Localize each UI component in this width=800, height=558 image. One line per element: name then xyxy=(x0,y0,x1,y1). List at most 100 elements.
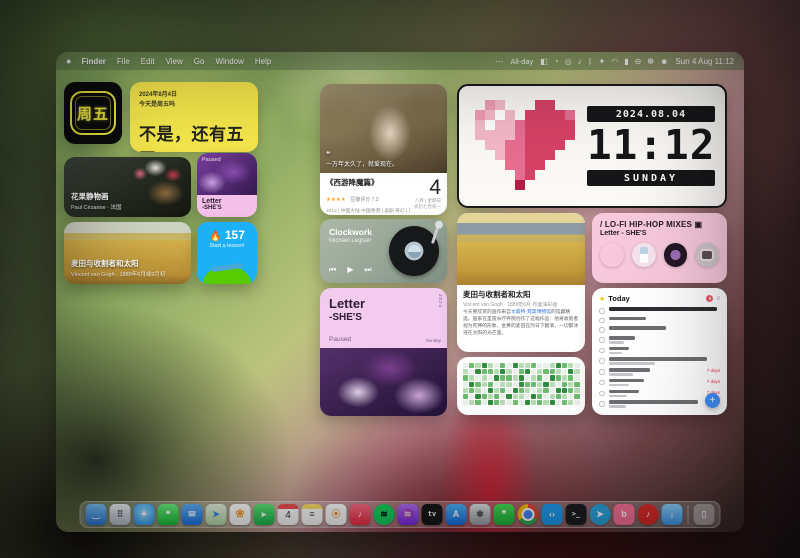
beads-heart-sticker[interactable] xyxy=(600,243,624,267)
todo-item[interactable] xyxy=(599,347,720,355)
friday-sticker-widget[interactable]: 周五 xyxy=(64,82,122,144)
friday-countdown-widget[interactable]: 2024年8月4日 今天是周五吗 不是，还有五天 xyxy=(130,82,258,152)
shortcuts-icon[interactable]: ✦ xyxy=(599,57,606,66)
todo-checkbox[interactable] xyxy=(599,337,605,343)
todo-item[interactable] xyxy=(599,317,720,324)
dock-icon-appstore[interactable]: A xyxy=(446,504,467,525)
dock-icon-chrome[interactable] xyxy=(518,504,539,525)
list-menu-icon[interactable]: ≡ xyxy=(716,296,720,302)
dock-icon-tv[interactable]: tv xyxy=(422,504,443,525)
todo-item[interactable] xyxy=(599,400,720,408)
dock-icon-launchpad[interactable]: ⠿ xyxy=(110,504,131,525)
menu-bar-clock[interactable]: Sun 4 Aug 11:12 xyxy=(675,57,734,66)
ipod-sticker[interactable] xyxy=(632,243,656,267)
menu-go[interactable]: Go xyxy=(194,57,205,66)
next-track-button[interactable]: ⏭ xyxy=(364,265,371,275)
menu-view[interactable]: View xyxy=(166,57,183,66)
lofi-playlist-widget[interactable]: / LO-FI HIP-HOP MIXES ▣ Letter - SHE'S xyxy=(592,213,727,283)
music-widget-letter-small[interactable]: Paused Letter -SHE'S xyxy=(197,153,257,217)
todo-item[interactable] xyxy=(599,357,720,365)
museum-link[interactable]: 文森特·梵高博物馆 xyxy=(511,310,551,315)
menu-window[interactable]: Window xyxy=(215,57,243,66)
dock-icon-vscode[interactable]: ‹› xyxy=(542,504,563,525)
play-button[interactable]: ▶ xyxy=(347,265,353,275)
dock-icon-reminders[interactable]: ⦿ xyxy=(326,504,347,525)
todo-checkbox[interactable] xyxy=(599,380,605,386)
menu-file[interactable]: File xyxy=(117,57,130,66)
more-status-icon[interactable]: ⋯ xyxy=(495,57,503,66)
dock-icon-settings[interactable]: ✱ xyxy=(470,504,491,525)
todo-checkbox[interactable] xyxy=(599,308,605,314)
dock-icon-calendar[interactable]: 4 xyxy=(278,504,299,525)
menu-edit[interactable]: Edit xyxy=(141,57,155,66)
menu-help[interactable]: Help xyxy=(255,57,271,66)
music-player-widget-clockwork[interactable]: Clockwork Michael Legrain ⏮ ▶ ⏭ xyxy=(320,219,447,283)
todo-checkbox[interactable] xyxy=(599,358,605,364)
grid-cell xyxy=(494,400,499,405)
stage-manager-icon[interactable]: ◧ xyxy=(540,57,548,66)
todo-item[interactable]: 7 days xyxy=(599,379,720,387)
dock-icon-podcasts[interactable]: ♒ xyxy=(398,504,419,525)
artwork-widget-cezanne[interactable]: 花果静物画 Paul Cézanne · 法国 xyxy=(64,157,191,217)
dock-icon-wechat[interactable]: ❞ xyxy=(494,504,515,525)
grid-cell xyxy=(500,394,505,399)
dock-icon-mail[interactable]: ✉ xyxy=(182,504,203,525)
movie-of-the-day-widget[interactable]: ❝ 一万年太久了，就爱现在。 《西游降魔篇》 ★★★★ 豆瓣评分 7.2 201… xyxy=(320,84,447,215)
snowflake-icon[interactable]: ❆ xyxy=(647,57,654,66)
grid-cell xyxy=(513,363,518,368)
camera-sticker[interactable] xyxy=(695,243,719,267)
dock-icon-bilibili[interactable]: b xyxy=(614,504,635,525)
todo-item[interactable]: 7 days xyxy=(599,368,720,376)
dock-icon-terminal[interactable]: >_ xyxy=(566,504,587,525)
focus-icon[interactable]: ⊖ xyxy=(635,57,642,66)
dock-icon-trash[interactable]: ▯ xyxy=(694,504,715,525)
music-status-icon[interactable]: ♪ xyxy=(578,57,582,66)
overdue-tag: 7 days xyxy=(707,368,720,373)
daily-art-widget-vangogh[interactable]: 麦田与收割者和太阳 Vincent van Gogh · 1889年6月 布面油… xyxy=(457,213,585,352)
todo-checkbox[interactable] xyxy=(599,348,605,354)
dock-icon-finder[interactable]: ‿ xyxy=(86,504,107,525)
grid-cell xyxy=(506,382,511,387)
all-day-label[interactable]: All-day xyxy=(510,57,533,66)
todo-item[interactable] xyxy=(599,326,720,333)
activity-grid-widget[interactable] xyxy=(457,357,585,415)
music-widget-letter-large[interactable]: Letter -SHE'S Paused 2024 Sunday xyxy=(320,288,447,416)
duolingo-streak-widget[interactable]: 🔥 157 Start a lesson! xyxy=(197,222,257,284)
pixel-clock-widget[interactable]: 2024.08.04 11:12 SUNDAY xyxy=(457,84,727,208)
reminders-today-widget[interactable]: ★ Today 9 ≡ 7 days7 days7 days + xyxy=(592,288,727,415)
todo-item[interactable]: 7 days xyxy=(599,390,720,398)
grid-cell xyxy=(543,400,548,405)
dock-icon-safari[interactable]: ✦ xyxy=(134,504,155,525)
dock-icon-music[interactable]: ♪ xyxy=(350,504,371,525)
todo-checkbox[interactable] xyxy=(599,318,605,324)
vinyl-sticker[interactable] xyxy=(664,243,688,267)
menu-finder[interactable]: Finder xyxy=(81,57,105,66)
dock-icon-messages[interactable]: ❝ xyxy=(158,504,179,525)
dock-icon-spotify[interactable]: ≋ xyxy=(374,504,395,525)
bluetooth-icon[interactable]: ᛒ xyxy=(588,57,593,66)
dock-icon-notes[interactable]: ≡ xyxy=(302,504,323,525)
dock-icon-downloads-folder[interactable]: ↓ xyxy=(662,504,683,525)
wifi-icon[interactable]: ◠ xyxy=(611,57,618,66)
user-icon[interactable]: ☻ xyxy=(660,57,668,66)
todo-checkbox[interactable] xyxy=(599,369,605,375)
dock-icon-facetime[interactable]: ▸ xyxy=(254,504,275,525)
todo-text xyxy=(609,336,636,340)
apple-menu-icon[interactable]: ● xyxy=(66,56,71,66)
dock-icon-maps[interactable]: ➤ xyxy=(206,504,227,525)
dock-icon-netease-music[interactable]: ♪ xyxy=(638,504,659,525)
previous-track-button[interactable]: ⏮ xyxy=(329,265,336,275)
todo-checkbox[interactable] xyxy=(599,401,605,407)
dock-icon-telegram[interactable]: ➤ xyxy=(590,504,611,525)
add-reminder-button[interactable]: + xyxy=(705,393,720,408)
display-icon[interactable]: ◔ xyxy=(554,57,559,66)
todo-checkbox[interactable] xyxy=(599,391,605,397)
todo-text xyxy=(609,390,639,394)
todo-item[interactable] xyxy=(599,307,720,314)
artwork-widget-vangogh-small[interactable]: 麦田与收割者和太阳 Vincent van Gogh · 1889年6月或9月初 xyxy=(64,222,191,284)
todo-checkbox[interactable] xyxy=(599,327,605,333)
todo-item[interactable] xyxy=(599,336,720,344)
screen-record-icon[interactable]: ◎ xyxy=(565,57,572,66)
battery-icon[interactable]: ▮ xyxy=(624,57,628,66)
dock-icon-photos[interactable]: ❀ xyxy=(230,504,251,525)
